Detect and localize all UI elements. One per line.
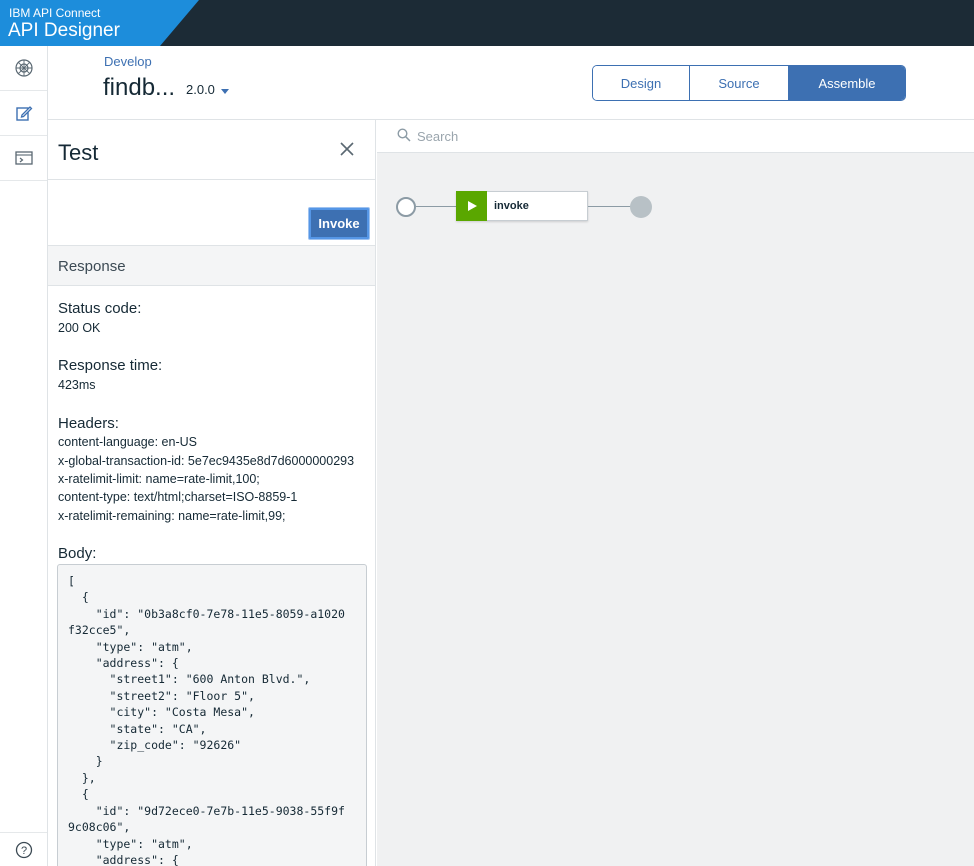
version-label: 2.0.0 (186, 82, 215, 97)
flow-start-node (396, 197, 416, 217)
flow-connector (588, 206, 631, 207)
header-line: x-ratelimit-remaining: name=rate-limit,9… (58, 509, 286, 523)
headers-label: Headers: (58, 415, 119, 432)
invoke-button[interactable]: Invoke (309, 208, 369, 239)
top-header: IBM API Connect API Designer (0, 0, 974, 46)
brand-logo[interactable]: IBM API Connect API Designer (0, 0, 199, 46)
play-icon (456, 190, 487, 221)
flow-connector (416, 206, 457, 207)
search-icon (397, 128, 411, 142)
response-time-label: Response time: (58, 357, 163, 374)
edit-icon (15, 106, 32, 121)
brand-app-name: API Designer (8, 20, 120, 41)
assembly-canvas[interactable]: invoke (377, 120, 974, 866)
status-code-label: Status code: (58, 300, 142, 317)
invoke-policy-node[interactable]: invoke (456, 190, 588, 221)
tab-assemble[interactable]: Assemble (789, 66, 905, 100)
close-icon[interactable] (338, 140, 356, 158)
response-body-text: [ { "id": "0b3a8cf0-7e78-11e5-8059-a1020… (68, 574, 345, 866)
header-line: x-ratelimit-limit: name=rate-limit,100; (58, 472, 260, 486)
header-line: content-language: en-US (58, 435, 197, 449)
breadcrumb-develop[interactable]: Develop (104, 54, 152, 69)
terminal-icon (14, 151, 33, 165)
rail-help-button[interactable]: ? (0, 832, 47, 866)
tab-design[interactable]: Design (593, 66, 690, 100)
policy-search-bar (377, 120, 974, 153)
body-label: Body: (58, 545, 97, 562)
help-icon: ? (15, 841, 32, 858)
api-title: findb... (103, 74, 176, 101)
divider (48, 179, 375, 180)
rail-terminal-button[interactable] (0, 136, 47, 181)
flow-end-node (630, 196, 652, 218)
page-header: Develop findb... 2.0.0 Design Source Ass… (48, 46, 974, 120)
header-line: content-type: text/html;charset=ISO-8859… (58, 490, 298, 504)
status-code-value: 200 OK (58, 321, 101, 335)
response-time-value: 423ms (58, 378, 96, 392)
response-body-viewer[interactable]: [ { "id": "0b3a8cf0-7e78-11e5-8059-a1020… (57, 564, 367, 866)
brand-product-line: IBM API Connect (9, 6, 101, 20)
tab-source[interactable]: Source (690, 66, 789, 100)
product-icon (14, 59, 33, 77)
version-dropdown[interactable]: 2.0.0 (186, 82, 229, 97)
test-panel: Test Invoke Response Status code: 200 OK… (48, 120, 376, 866)
left-rail: ? (0, 46, 48, 866)
header-line: x-global-transaction-id: 5e7ec9435e8d7d6… (58, 454, 355, 468)
response-section-header[interactable]: Response (48, 245, 375, 286)
policy-label: invoke (494, 200, 529, 212)
search-input[interactable] (417, 126, 717, 146)
test-panel-title: Test (58, 140, 99, 165)
chevron-down-icon (220, 88, 229, 94)
rail-products-button[interactable] (0, 46, 47, 91)
svg-text:?: ? (20, 845, 26, 857)
rail-edit-button[interactable] (0, 91, 47, 136)
mode-tabs: Design Source Assemble (592, 65, 906, 101)
response-heading: Response (58, 258, 126, 275)
